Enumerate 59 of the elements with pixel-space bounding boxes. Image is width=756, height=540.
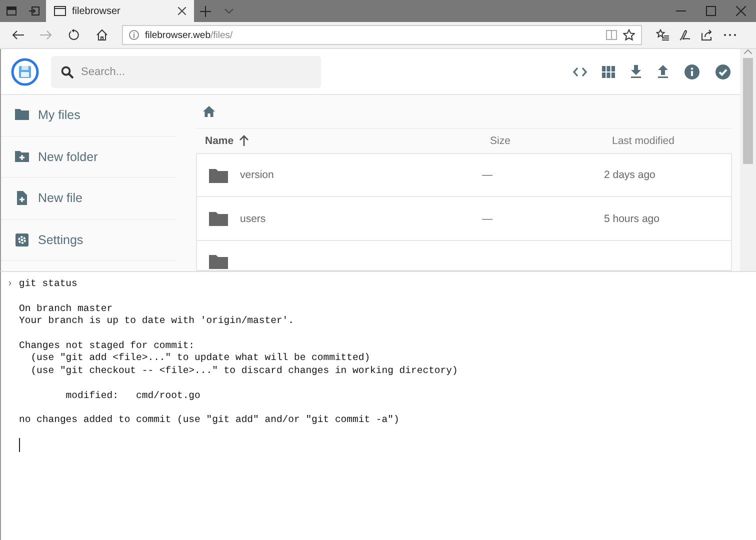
- search-field[interactable]: Search...: [51, 56, 321, 88]
- new-file-icon: [14, 190, 30, 206]
- sidebar-item[interactable]: Settings: [1, 220, 176, 261]
- scrollbar[interactable]: [740, 49, 756, 271]
- terminal-output: On branch master Your branch is up to date with 'origin/master'.: [19, 302, 295, 328]
- new-tab-icon[interactable]: [200, 6, 211, 16]
- folder-icon: [209, 168, 228, 182]
- more-icon[interactable]: [723, 33, 737, 37]
- search-icon: [61, 66, 74, 78]
- browser-tab[interactable]: filebrowser: [46, 0, 194, 22]
- column-header[interactable]: Last modified: [612, 134, 732, 147]
- upload-icon[interactable]: [657, 65, 669, 78]
- url-host: filebrowser.web: [145, 30, 210, 40]
- column-header[interactable]: Name: [205, 134, 490, 147]
- close-icon[interactable]: [736, 6, 746, 16]
- file-size: —: [482, 212, 494, 224]
- sidebar-item[interactable]: New folder: [1, 136, 176, 178]
- tab-set-aside-icon[interactable]: [6, 6, 17, 16]
- app-logo-icon[interactable]: [11, 58, 39, 86]
- info-icon: [129, 30, 139, 40]
- url-path: /files/: [210, 30, 233, 40]
- home-icon[interactable]: [96, 29, 108, 41]
- maximize-icon[interactable]: [706, 6, 716, 16]
- new-folder-icon: [14, 148, 30, 165]
- favorites-list-icon[interactable]: [656, 29, 669, 41]
- page-icon: [54, 6, 66, 16]
- prompt-symbol: ›: [7, 278, 13, 290]
- file-modified: 2 days ago: [604, 169, 656, 181]
- grid-icon[interactable]: [602, 66, 615, 78]
- file-row[interactable]: version — 2 days ago: [196, 153, 732, 197]
- sidebar-item[interactable]: New file: [1, 178, 176, 220]
- tab-preview-icon[interactable]: [29, 6, 40, 16]
- code-icon[interactable]: [573, 66, 587, 76]
- check-icon[interactable]: [715, 64, 731, 80]
- home-icon[interactable]: [203, 106, 215, 117]
- terminal-output: modified: cmd/root.go: [64, 390, 202, 402]
- terminal-output: Changes not staged for commit: (use "git add <file>..." to update what will be committed) (use "git checkout -- <file>..." to discard changes in working directory): [19, 340, 459, 378]
- text-cursor: [19, 438, 20, 452]
- column-header[interactable]: Size: [490, 134, 612, 147]
- file-size: —: [482, 169, 494, 181]
- folder-icon: [209, 254, 228, 269]
- terminal-output: no changes added to commit (use "git add" and/or "git commit -a"): [19, 414, 400, 427]
- terminal-command: git status: [18, 278, 78, 290]
- back-icon[interactable]: [12, 30, 24, 40]
- sidebar-item[interactable]: My files: [1, 95, 176, 136]
- file-name: version: [240, 169, 274, 181]
- info-icon[interactable]: [684, 64, 700, 80]
- share-icon[interactable]: [701, 29, 713, 41]
- file-modified: 5 hours ago: [604, 212, 660, 224]
- folder-icon: [209, 211, 228, 226]
- star-icon[interactable]: [623, 29, 635, 41]
- close-tab-icon[interactable]: [178, 7, 186, 15]
- file-row[interactable]: users — 5 hours ago: [196, 197, 732, 241]
- file-name: users: [240, 212, 266, 224]
- download-icon[interactable]: [630, 65, 642, 78]
- pen-icon[interactable]: [679, 29, 691, 41]
- address-bar[interactable]: filebrowser.web/files/: [122, 25, 642, 45]
- settings-icon: [14, 232, 30, 248]
- refresh-icon[interactable]: [68, 29, 80, 41]
